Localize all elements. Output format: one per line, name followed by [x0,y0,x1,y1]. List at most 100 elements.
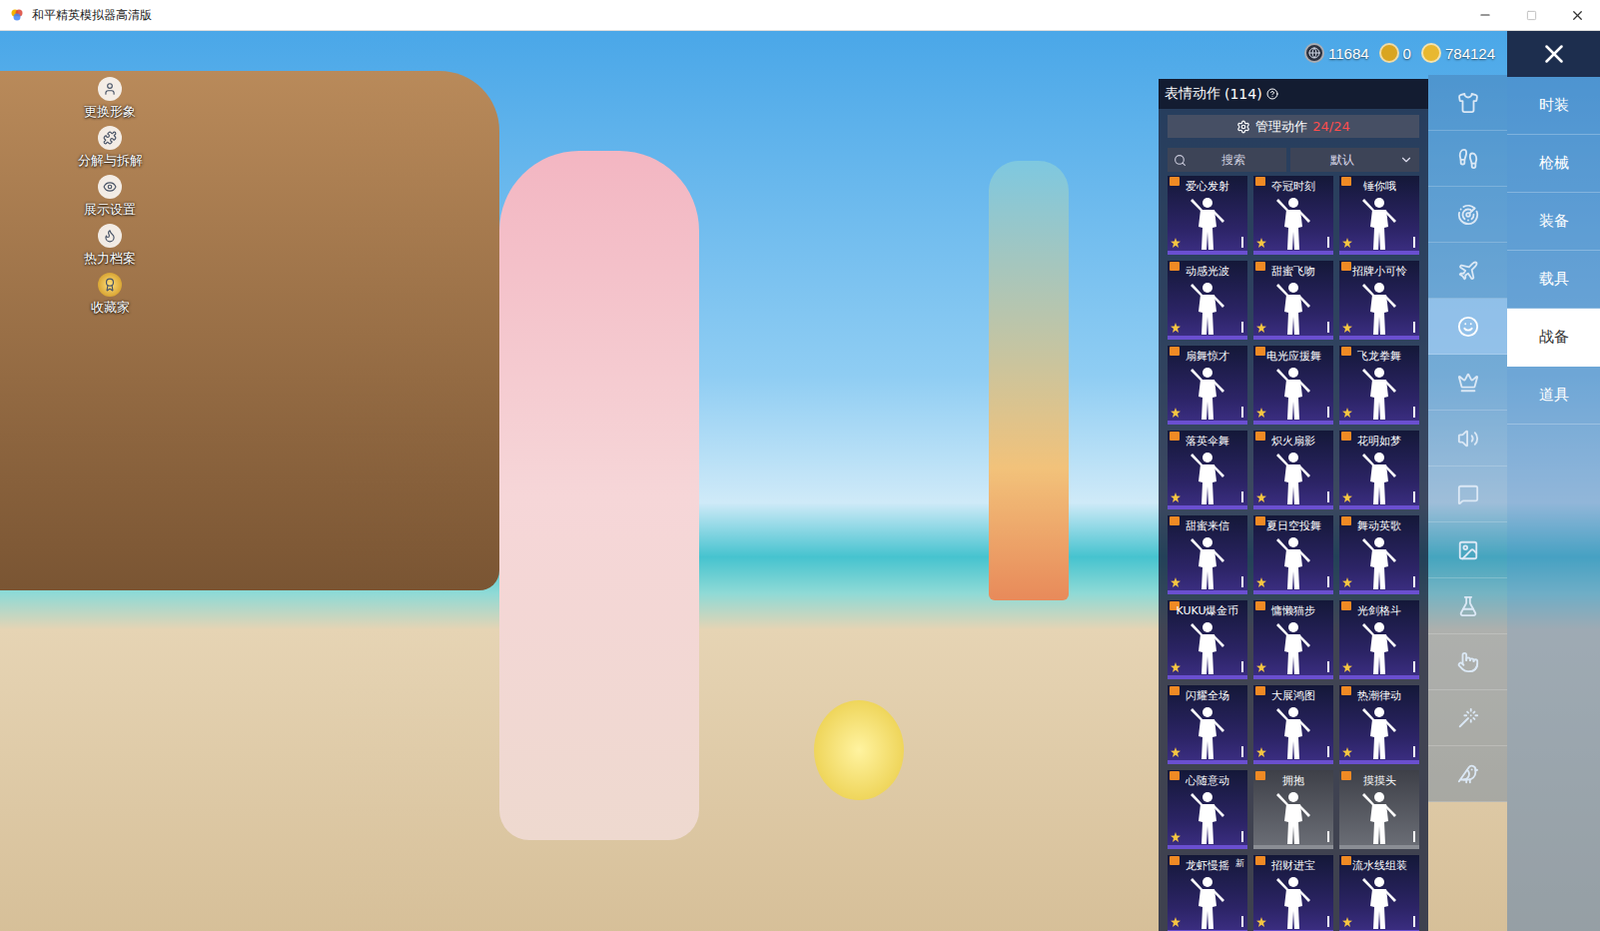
tab[interactable]: 战备 [1507,308,1600,367]
emote-card[interactable]: 炽火扇影 [1253,430,1334,510]
dancer-icon [1357,364,1402,421]
category-item[interactable] [1428,746,1508,802]
emote-card[interactable]: 动感光波 [1167,260,1248,340]
emote-card[interactable]: 落英伞舞 [1167,430,1248,510]
level-mark [1413,491,1416,503]
category-item[interactable] [1428,634,1508,691]
level-mark [1327,830,1330,842]
category-item[interactable] [1428,186,1508,243]
tag-icon [1255,176,1266,186]
category-item[interactable] [1428,410,1508,467]
side-menu-item[interactable]: 更换形象 [67,76,152,121]
side-menu-item[interactable]: 热力档案 [67,223,152,268]
emote-card[interactable]: 闪耀全场 [1167,685,1248,765]
emote-card[interactable]: 舞动英歌 [1339,515,1420,595]
drone-icon [1457,203,1480,226]
category-item[interactable] [1428,74,1508,131]
level-mark [1241,661,1244,673]
app-logo-icon [9,7,24,22]
emote-card[interactable]: 拥抱 [1253,770,1334,849]
emote-card[interactable]: 摸摸头 [1339,770,1420,849]
tag-icon [1341,516,1352,526]
puzzle-icon [97,125,122,150]
emote-card[interactable]: 爱心发射 [1167,175,1248,255]
emote-card[interactable]: 光剑格斗 [1339,600,1420,680]
emote-card[interactable]: 扇舞惊才 [1167,345,1248,425]
emote-card[interactable]: 夏日空投舞 [1253,515,1334,595]
category-item[interactable] [1428,354,1508,411]
emote-name: KUKU爆金币 [1176,603,1240,619]
title-bar: 和平精英模拟器高清版 [0,0,1600,31]
manage-button[interactable]: 管理动作24/24 [1167,114,1420,138]
tag-icon [1255,601,1266,611]
emote-card[interactable]: 电光应援舞 [1253,345,1334,425]
eye-icon [97,174,122,199]
star-icon [1170,916,1181,927]
currency-amount: 0 [1403,44,1412,62]
star-icon [1170,407,1181,418]
star-icon [1256,916,1267,927]
emote-name: 甜蜜来信 [1185,518,1230,534]
star-icon [1256,237,1267,248]
emote-card[interactable]: 花明如梦 [1339,430,1420,510]
tab[interactable]: 时装 [1507,76,1600,135]
tab[interactable]: 载具 [1507,250,1600,309]
tag-icon [1169,771,1180,781]
sort-dropdown[interactable]: 默认 [1290,147,1420,172]
emote-grid: 爱心发射夺冠时刻锤你哦动感光波甜蜜飞吻招牌小可怜扇舞惊才电光应援舞飞龙拳舞落英伞… [1158,171,1429,931]
currency-item: 11684 [1304,42,1370,63]
close-window-button[interactable] [1554,0,1600,30]
tab[interactable]: 枪械 [1507,134,1600,193]
emote-card[interactable]: KUKU爆金币 [1167,600,1248,680]
emote-card[interactable]: 甜蜜来信 [1167,515,1248,595]
dancer-icon [1271,449,1316,506]
search-field[interactable]: 搜索 [1167,147,1287,172]
bird-icon [1457,763,1480,786]
tab[interactable]: 道具 [1507,366,1600,425]
emote-card[interactable]: 大展鸿图 [1253,685,1334,765]
emote-card[interactable]: 甜蜜飞吻 [1253,260,1334,340]
emote-card[interactable]: 锤你哦 [1339,175,1420,255]
emote-card[interactable]: 热潮律动 [1339,685,1420,765]
side-menu-item[interactable]: 收藏家 [67,272,152,317]
emote-card[interactable]: 夺冠时刻 [1253,175,1334,255]
emote-card[interactable]: 心随意动 [1167,770,1248,849]
side-menu-item[interactable]: 分解与拆解 [67,125,152,170]
emote-card[interactable]: 新龙虾慢摇 [1167,854,1248,931]
star-icon [1256,322,1267,333]
dancer-icon [1185,789,1230,845]
emote-card[interactable]: 招财进宝 [1253,854,1334,931]
category-item[interactable] [1428,466,1508,523]
emote-card[interactable]: 流水线组装 [1339,854,1420,931]
category-item[interactable] [1428,298,1508,355]
category-item[interactable] [1428,242,1508,299]
panel-count: (114) [1224,85,1263,102]
level-mark [1241,915,1244,927]
category-item[interactable] [1428,522,1508,579]
dancer-icon [1185,619,1230,676]
close-icon [1539,38,1570,69]
category-item[interactable] [1428,130,1508,187]
category-item[interactable] [1428,690,1508,747]
close-button[interactable] [1507,30,1600,77]
help-icon[interactable] [1266,87,1279,100]
tag-icon [1341,431,1352,441]
flame-icon [97,223,122,248]
level-mark [1327,915,1330,927]
emote-name: 光剑格斗 [1357,603,1402,619]
category-item[interactable] [1428,578,1508,635]
side-menu-item[interactable]: 展示设置 [67,174,152,219]
emote-card[interactable]: 飞龙拳舞 [1339,345,1420,425]
emote-card[interactable]: 慵懒猫步 [1253,600,1334,680]
emote-card[interactable]: 招牌小可怜 [1339,260,1420,340]
tab[interactable]: 装备 [1507,192,1600,251]
sort-value: 默认 [1330,151,1355,169]
dancer-icon [1357,279,1402,336]
star-icon [1256,577,1267,588]
maximize-button[interactable] [1508,0,1555,30]
new-badge: 新 [1235,856,1245,870]
minimize-button[interactable] [1462,0,1509,30]
search-icon [1173,153,1187,167]
level-mark [1327,746,1330,758]
star-icon [1342,492,1353,503]
